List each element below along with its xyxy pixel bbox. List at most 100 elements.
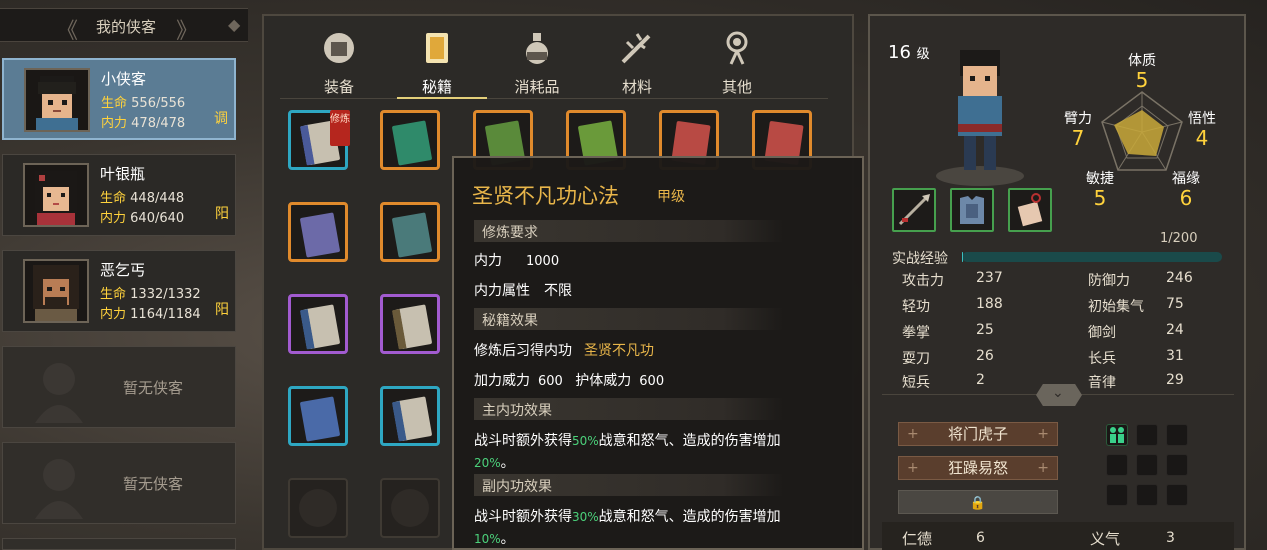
empty-slot[interactable] [288,478,348,538]
silhouette-icon [35,363,83,423]
section-requirements: 修炼要求 [474,220,784,242]
formation-slot[interactable] [1106,454,1128,476]
formation-slot[interactable] [1106,484,1128,506]
weapon-slot[interactable] [892,188,936,232]
roster-title: 我的侠客 [95,18,156,36]
tab-other[interactable]: 其他 [702,28,772,98]
armor-icon [324,33,354,63]
character-card-yeyinping[interactable]: 叶银瓶 生命 448/448 内力 640/640 阳 [2,154,236,236]
stat-value: 6 [976,530,985,546]
chevron-down-icon: ⌄ [1052,385,1064,401]
avatar [23,163,89,227]
spear-icon [898,194,930,226]
exp-bar [962,252,1222,262]
power-row: 加力威力 600 护体威力 600 [474,373,665,389]
accessory-slot[interactable] [1008,188,1052,232]
manual-slot[interactable] [288,202,348,262]
expand-button[interactable]: ⌄ [1036,384,1082,406]
attr-tizhi: 体质 5 [1128,53,1156,92]
active-tab-indicator [397,97,487,99]
empty-character-slot[interactable]: 暂无侠客 [2,346,236,428]
locked-trait-slot[interactable]: 🔒 [898,490,1058,514]
stat-label: 轻功 [902,299,930,315]
chevron-left-icon[interactable]: 《 [56,13,78,45]
book-icon [426,33,448,63]
mp-line: 内力 478/478 [101,116,186,131]
hp-line: 生命 1332/1332 [100,287,201,302]
stat-label: 短兵 [902,375,930,391]
empty-slot-label: 暂无侠客 [123,475,184,493]
stat-label: 仁德 [902,530,933,548]
stat-label: 防御力 [1088,273,1130,289]
formation-slot-occupied[interactable] [1106,424,1128,446]
manual-slot[interactable] [288,294,348,354]
formation-slot[interactable] [1136,484,1158,506]
stat-value: 31 [1166,348,1184,364]
section-main-skill: 主内功效果 [474,398,784,420]
manual-title: 圣贤不凡功心法 [472,184,619,208]
stat-value: 237 [976,270,1003,286]
mp-line: 内力 640/640 [100,211,185,226]
section-effects: 秘籍效果 [474,308,784,330]
plus-icon: + [1037,460,1049,476]
req-mp-row: 内力 1000 [474,253,560,269]
stat-value: 25 [976,322,994,338]
stat-value: 26 [976,348,994,364]
formation-slot[interactable] [1166,424,1188,446]
main-effect-text: 战斗时额外获得50%战意和怒气、造成的伤害增加 [474,433,781,449]
manual-slot[interactable] [288,386,348,446]
manual-grade: 甲级 [657,189,685,205]
stat-label: 耍刀 [902,351,930,367]
character-card-xiaoxiake[interactable]: 小侠客 生命 556/556 内力 478/478 调 [2,58,236,140]
mp-line: 内力 1164/1184 [100,307,201,322]
formation-slot[interactable] [1136,424,1158,446]
stat-value: 2 [976,372,985,388]
empty-character-slot[interactable] [2,538,236,550]
manual-tooltip: 圣贤不凡功心法 甲级 修炼要求 内力 1000 内力属性 不限 秘籍效果 修炼后习得… [452,156,864,550]
manual-slot[interactable] [380,386,440,446]
stat-label: 义气 [1090,530,1121,548]
attr-bili: 臂力 7 [1064,111,1092,150]
cultivating-badge: 修炼 [330,110,350,146]
empty-character-slot[interactable]: 暂无侠客 [2,442,236,524]
manual-slot[interactable] [380,110,440,170]
character-tag: 阳 [215,302,229,318]
trait-slot[interactable]: + 将门虎子 + [898,422,1058,446]
party-members-icon [1110,427,1124,443]
empty-slot[interactable] [380,478,440,538]
attr-fuyuan: 福缘 6 [1172,171,1200,210]
hp-line: 生命 556/556 [101,96,186,111]
lock-icon: 🔒 [969,496,987,511]
amulet-icon [726,31,748,65]
tab-divider [280,98,828,99]
stat-label: 攻击力 [902,273,944,289]
exp-label: 实战经验 [892,251,948,267]
stat-label: 拳掌 [902,325,930,341]
formation-slot[interactable] [1166,484,1188,506]
character-name: 恶乞丐 [100,261,146,279]
tab-manuals[interactable]: 秘籍 [402,28,472,98]
armor-slot[interactable] [950,188,994,232]
sub-effect-text-2: 10%。 [474,531,515,547]
herb-icon [621,33,651,64]
chevron-right-icon[interactable]: 》 [176,13,198,45]
attr-wuxing: 悟性 4 [1188,111,1216,150]
manual-slot[interactable] [380,202,440,262]
stat-value: 3 [1166,530,1175,546]
tab-equipment[interactable]: 装备 [304,28,374,98]
trait-slot[interactable]: + 狂躁易怒 + [898,456,1058,480]
manual-slot[interactable] [380,294,440,354]
character-card-eqigai[interactable]: 恶乞丐 生命 1332/1332 内力 1164/1184 阳 [2,250,236,332]
sub-effect-text: 战斗时额外获得30%战意和怒气、造成的伤害增加 [474,509,781,525]
formation-slot[interactable] [1136,454,1158,476]
stat-value: 188 [976,296,1003,312]
avatar [23,259,89,323]
hp-line: 生命 448/448 [100,191,185,206]
talisman-icon [1017,193,1043,227]
tab-materials[interactable]: 材料 [602,28,672,98]
character-panel: 16 级 体质 5 悟性 4 臂力 7 敏捷 5 福缘 6 1/200 实战经验 攻 [868,14,1246,550]
tab-consumables[interactable]: 消耗品 [502,28,572,98]
formation-slot[interactable] [1166,454,1188,476]
stat-label: 御剑 [1088,325,1116,341]
plus-icon: + [1037,426,1049,442]
